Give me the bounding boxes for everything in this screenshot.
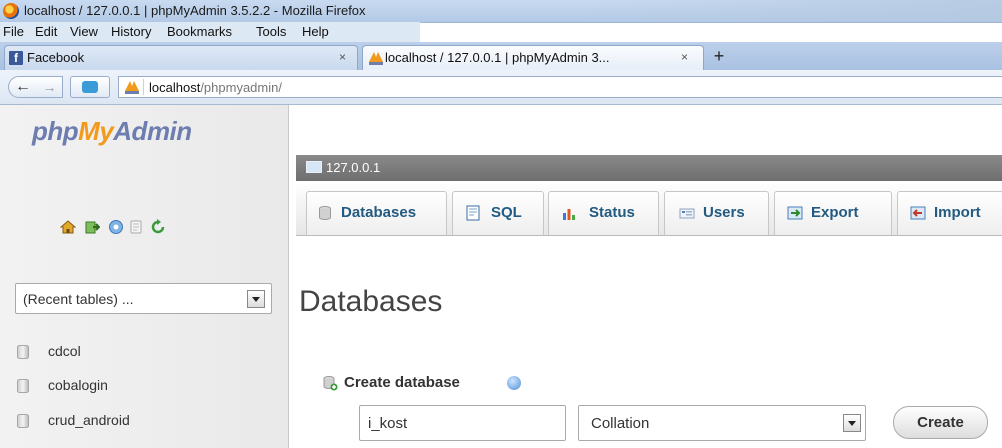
db-list-item[interactable]: cdcol [17,342,217,362]
server-link[interactable]: 127.0.0.1 [326,160,380,175]
chevron-down-icon[interactable] [247,290,265,308]
forward-arrow-icon: → [42,79,57,95]
help-icon[interactable] [507,376,521,390]
menu-bar: File Edit View History Bookmarks Tools H… [0,22,420,42]
server-breadcrumb: 127.0.0.1 [296,155,1002,181]
back-button[interactable]: ← [8,76,38,98]
tab-status[interactable]: Status [548,191,659,235]
tab-import-label: Import [934,204,981,221]
menu-edit[interactable]: Edit [35,24,57,39]
tab-close-icon[interactable]: × [339,50,346,64]
recent-tables-select[interactable]: (Recent tables) ... [15,283,272,314]
create-button[interactable]: Create [893,406,988,439]
home-icon[interactable] [60,219,76,235]
status-icon [563,209,575,220]
url-bar[interactable]: localhost/phpmyadmin/ [118,76,1002,98]
query-window-icon[interactable] [108,219,124,235]
tab-bar: f Facebook × localhost / 127.0.0.1 | php… [0,42,1002,70]
collation-select[interactable]: Collation [578,405,866,441]
database-icon [17,379,29,393]
create-database-icon [323,376,338,391]
tab-databases-label: Databases [341,204,417,221]
documentation-icon[interactable] [128,219,144,235]
logo-php: php [32,116,79,146]
database-icon [17,414,29,428]
url-path: /phpmyadmin/ [200,80,282,95]
menu-file[interactable]: File [3,24,24,39]
titlebar-glass [582,0,1002,22]
menu-bookmarks[interactable]: Bookmarks [167,24,232,39]
tab-export[interactable]: Export [774,191,892,235]
url-host: localhost [149,80,201,95]
pma-navigation-frame: phpMyAdmin (Recent tables) ... cdcol cob… [0,105,289,448]
create-database-label: Create database [344,374,460,391]
logo-my: My [78,116,114,146]
menu-history[interactable]: History [111,24,151,39]
back-arrow-icon: ← [15,78,31,95]
window-title: localhost / 127.0.0.1 | phpMyAdmin 3.5.2… [24,3,366,18]
facebook-icon: f [9,51,23,65]
new-tab-button[interactable]: + [706,46,732,68]
phpmyadmin-favicon [125,81,139,94]
exit-icon[interactable] [84,219,100,235]
tab-users[interactable]: Users [664,191,769,235]
database-icon [319,206,331,220]
logo-admin: Admin [113,116,192,146]
tab-status-label: Status [589,204,635,221]
export-icon [787,206,803,220]
url-text: localhost/phpmyadmin/ [149,80,282,95]
url-separator [143,79,144,95]
tab-close-icon[interactable]: × [681,50,688,64]
db-name: cdcol [48,343,81,359]
tab-sql[interactable]: SQL [452,191,544,235]
tab-facebook[interactable]: f Facebook × [4,45,358,70]
sql-icon [466,205,480,221]
recent-tables-value: (Recent tables) ... [23,291,134,307]
reload-icon[interactable] [150,219,166,235]
db-name: crud_android [48,412,130,428]
top-menu: Databases SQL Status Users Export Import [296,181,1002,236]
page-title: Databases [299,285,443,318]
tab-label: localhost / 127.0.0.1 | phpMyAdmin 3... [385,50,610,65]
window-titlebar: localhost / 127.0.0.1 | phpMyAdmin 3.5.2… [0,0,1002,23]
database-name-input[interactable] [359,405,566,441]
site-identity-icon [82,81,98,93]
phpmyadmin-logo[interactable]: phpMyAdmin [32,116,192,147]
site-identity-button[interactable] [70,76,110,98]
collation-value: Collation [591,415,650,432]
forward-button[interactable]: → [37,76,63,98]
users-icon [679,208,695,219]
tab-label: Facebook [27,50,85,65]
tab-export-label: Export [811,204,859,221]
menu-view[interactable]: View [70,24,98,39]
navigation-bar: ← → localhost/phpmyadmin/ [0,70,1002,105]
tab-users-label: Users [703,204,745,221]
tab-databases[interactable]: Databases [306,191,447,235]
db-list-item[interactable]: crud_android [17,411,217,431]
db-list-item[interactable]: cobalogin [17,376,217,396]
database-icon [17,345,29,359]
menu-help[interactable]: Help [302,24,329,39]
tab-sql-label: SQL [491,204,522,221]
phpmyadmin-icon [369,52,383,65]
import-icon [910,206,926,220]
firefox-icon [3,3,19,19]
menu-tools[interactable]: Tools [256,24,286,39]
db-name: cobalogin [48,377,108,393]
chevron-down-icon[interactable] [843,414,861,432]
tab-phpmyadmin[interactable]: localhost / 127.0.0.1 | phpMyAdmin 3... … [362,45,704,70]
tab-import[interactable]: Import [897,191,1002,235]
server-icon [306,161,322,173]
